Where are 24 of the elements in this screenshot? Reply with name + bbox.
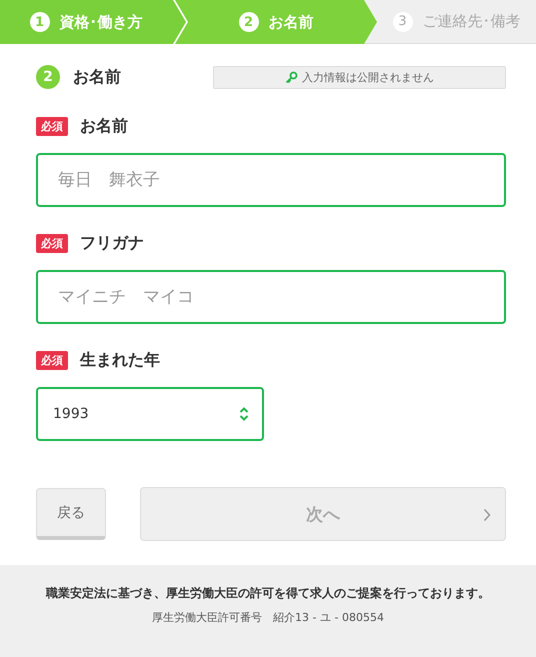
required-badge: 必須 — [36, 234, 68, 253]
required-badge: 必須 — [36, 117, 68, 136]
field-label: フリガナ — [80, 233, 144, 254]
step-label: お名前 — [268, 12, 314, 32]
notice-text: 入力情報は公開されません — [302, 70, 434, 84]
license-statement: 職業安定法に基づき、厚生労働大臣の許可を得て求人のご提案を行っております。 — [46, 585, 490, 602]
step-label: ご連絡先･備考 — [422, 12, 520, 31]
section-number: 2 — [36, 65, 60, 89]
text-field[interactable]: マイニチ マイコ — [36, 270, 506, 324]
back-button[interactable]: 戻る — [36, 488, 106, 540]
text-field[interactable]: 毎日 舞衣子 — [36, 153, 506, 207]
field-label: お名前 — [80, 116, 128, 137]
step-number: 2 — [238, 12, 258, 32]
license-number: 厚生労働大臣許可番号 紹介13 - ユ - 080554 — [152, 610, 384, 625]
field-label: 生まれた年 — [80, 350, 160, 371]
year-select[interactable]: 1993 — [36, 387, 264, 441]
step-number: 3 — [392, 12, 412, 32]
step-label: 資格･働き方 — [60, 12, 142, 32]
section-title: お名前 — [73, 66, 121, 88]
required-badge: 必須 — [36, 351, 68, 370]
chevron-icon — [483, 508, 491, 522]
updown-icon — [239, 406, 249, 422]
step-number: 1 — [30, 12, 50, 32]
key-icon — [285, 70, 298, 84]
